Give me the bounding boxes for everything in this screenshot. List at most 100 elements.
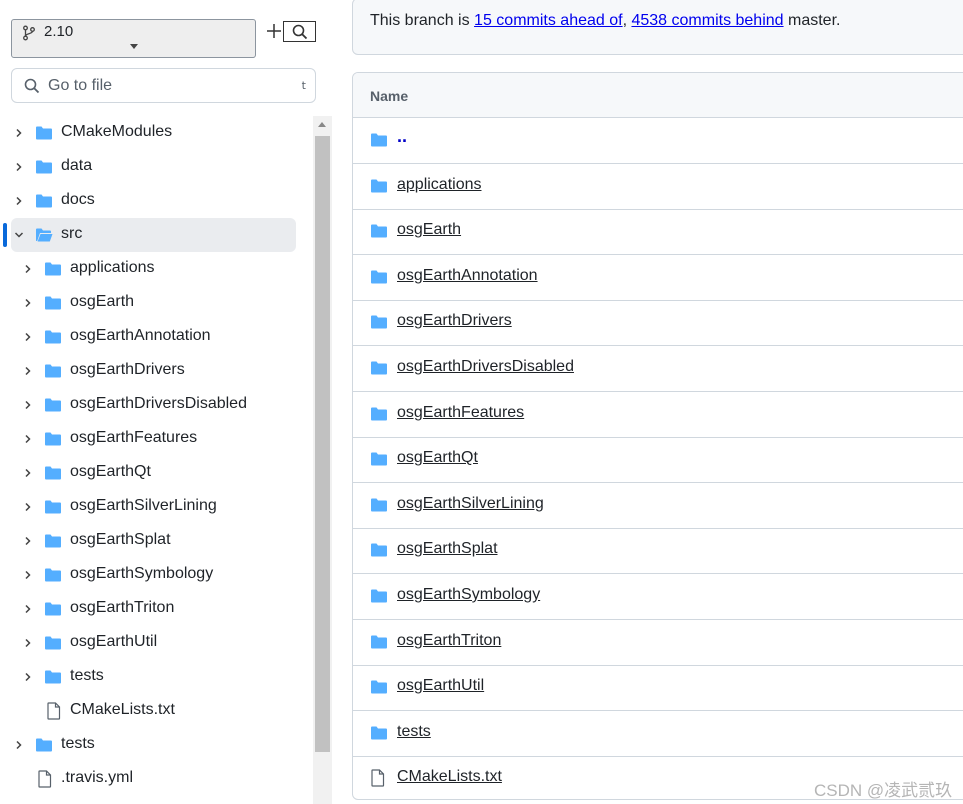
folder-icon <box>371 498 387 512</box>
chevron-right-icon[interactable] <box>14 740 24 750</box>
table-row[interactable]: osgEarthQt <box>353 436 963 484</box>
tree-item-folder[interactable]: osgEarthUtil <box>0 626 310 660</box>
tree-item-label: .travis.yml <box>61 769 133 786</box>
file-name-link[interactable]: osgEarth <box>397 221 461 239</box>
tree-item-folder[interactable]: tests <box>0 660 310 694</box>
tree-scrollbar[interactable] <box>313 116 332 804</box>
branch-select-button[interactable]: 2.10 <box>11 19 256 58</box>
chevron-right-icon[interactable] <box>23 570 33 580</box>
file-icon <box>47 702 61 720</box>
chevron-down-icon[interactable] <box>14 230 24 240</box>
table-row[interactable]: osgEarthTriton <box>353 619 963 666</box>
comparison-prefix: This branch is <box>370 12 475 29</box>
chevron-right-icon[interactable] <box>23 400 33 410</box>
chevron-right-icon[interactable] <box>23 298 33 308</box>
chevron-right-icon[interactable] <box>23 366 33 376</box>
file-name-link[interactable]: osgEarthDriversDisabled <box>397 358 574 376</box>
file-name-link[interactable]: osgEarthSilverLining <box>397 495 544 513</box>
tree-item-label: src <box>61 225 83 242</box>
chevron-right-icon[interactable] <box>23 502 33 512</box>
folder-icon <box>45 466 61 480</box>
tree-item-folder[interactable]: src <box>0 218 310 252</box>
table-row[interactable]: osgEarthDriversDisabled <box>353 345 963 392</box>
go-to-file-field[interactable]: t <box>11 68 316 103</box>
tree-item-folder[interactable]: osgEarthSymbology <box>0 558 310 592</box>
chevron-right-icon[interactable] <box>23 434 33 444</box>
tree-item-folder[interactable]: docs <box>0 184 310 218</box>
tree-item-label: osgEarthTriton <box>70 599 175 616</box>
tree-item-label: osgEarthSplat <box>70 531 171 548</box>
tree-item-folder[interactable]: tests <box>0 728 310 762</box>
add-file-icon[interactable] <box>265 20 283 42</box>
folder-icon <box>45 398 61 412</box>
tree-item-folder[interactable]: osgEarthDriversDisabled <box>0 388 310 422</box>
tree-item-folder[interactable]: osgEarthSilverLining <box>0 490 310 524</box>
chevron-right-icon[interactable] <box>14 196 24 206</box>
parent-directory-link[interactable]: .. <box>397 126 407 147</box>
folder-icon <box>45 602 61 616</box>
chevron-right-icon[interactable] <box>23 468 33 478</box>
chevron-right-icon[interactable] <box>23 638 33 648</box>
table-row[interactable]: osgEarthAnnotation <box>353 254 963 301</box>
file-name-link[interactable]: CMakeLists.txt <box>397 768 502 786</box>
table-row[interactable]: applications <box>353 163 963 210</box>
tree-item-folder[interactable]: osgEarthDrivers <box>0 354 310 388</box>
tree-item-label: osgEarthDrivers <box>70 361 185 378</box>
file-name-link[interactable]: osgEarthFeatures <box>397 404 524 422</box>
chevron-right-icon[interactable] <box>23 332 33 342</box>
tree-item-folder[interactable]: data <box>0 150 310 184</box>
file-name-link[interactable]: osgEarthUtil <box>397 677 484 695</box>
table-row[interactable]: tests <box>353 710 963 757</box>
tree-item-folder[interactable]: CMakeModules <box>0 116 310 150</box>
tree-item-folder[interactable]: osgEarthAnnotation <box>0 320 310 354</box>
scrollbar-thumb[interactable] <box>315 136 330 752</box>
tree-item-label: osgEarthQt <box>70 463 151 480</box>
tree-item-folder[interactable]: osgEarthTriton <box>0 592 310 626</box>
folder-icon <box>371 452 387 466</box>
chevron-right-icon[interactable] <box>14 128 24 138</box>
scroll-up-arrow-icon[interactable] <box>318 122 326 127</box>
file-name-link[interactable]: osgEarthSymbology <box>397 586 540 604</box>
file-name-link[interactable]: tests <box>397 723 431 741</box>
table-row[interactable]: osgEarthDrivers <box>353 299 963 347</box>
tree-item-folder[interactable]: osgEarthQt <box>0 456 310 490</box>
folder-icon <box>36 738 52 752</box>
folder-icon <box>36 160 52 174</box>
tree-item-label: data <box>61 157 93 174</box>
commits-behind-link[interactable]: 4538 commits behind <box>631 12 783 29</box>
file-name-link[interactable]: osgEarthDrivers <box>397 312 512 330</box>
table-row[interactable]: osgEarthFeatures <box>353 391 963 438</box>
tree-item-folder[interactable]: osgEarthSplat <box>0 524 310 558</box>
tree-item-label: osgEarthFeatures <box>70 429 198 446</box>
name-column-header: Name <box>370 88 409 104</box>
file-name-link[interactable]: osgEarthAnnotation <box>397 267 538 285</box>
search-button[interactable] <box>283 21 316 42</box>
tree-item-folder[interactable]: osgEarthFeatures <box>0 422 310 456</box>
table-row[interactable]: osgEarthUtil <box>353 664 963 712</box>
chevron-right-icon[interactable] <box>23 604 33 614</box>
tree-item-file[interactable]: CMakeLists.txt <box>0 694 310 728</box>
chevron-right-icon[interactable] <box>23 536 33 546</box>
tree-item-file[interactable]: .travis.yml <box>0 762 310 796</box>
watermark: CSDN @凌武贰玖 <box>814 781 953 800</box>
parent-directory-row[interactable]: .. <box>353 117 963 164</box>
file-name-link[interactable]: applications <box>397 176 482 194</box>
folder-icon <box>371 589 387 603</box>
table-row[interactable]: osgEarthSplat <box>353 527 963 575</box>
folder-icon <box>371 543 387 557</box>
table-row[interactable]: osgEarthSilverLining <box>353 482 963 529</box>
tree-item-folder[interactable]: applications <box>0 252 310 286</box>
table-row[interactable]: osgEarth <box>353 208 963 256</box>
chevron-right-icon[interactable] <box>23 672 33 682</box>
table-row[interactable]: osgEarthSymbology <box>353 573 963 620</box>
file-name-link[interactable]: osgEarthSplat <box>397 540 498 558</box>
folder-icon <box>371 224 387 238</box>
file-name-link[interactable]: osgEarthQt <box>397 449 478 467</box>
go-to-file-input[interactable] <box>48 75 278 97</box>
file-name-link[interactable]: osgEarthTriton <box>397 632 501 650</box>
commits-ahead-link[interactable]: 15 commits ahead of <box>474 12 623 29</box>
tree-item-label: CMakeModules <box>61 123 173 140</box>
tree-item-folder[interactable]: osgEarth <box>0 286 310 320</box>
chevron-right-icon[interactable] <box>14 162 24 172</box>
chevron-right-icon[interactable] <box>23 264 33 274</box>
